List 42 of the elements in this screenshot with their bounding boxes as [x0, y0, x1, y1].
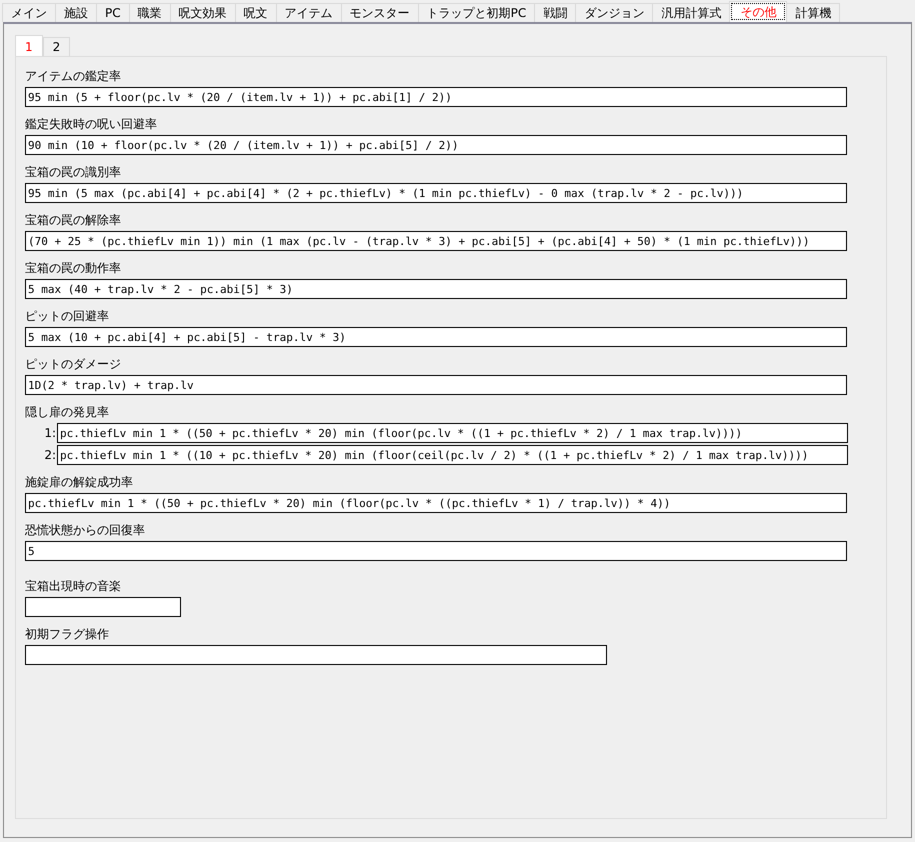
tab[interactable]: 戦闘: [534, 3, 576, 22]
formula-field[interactable]: [25, 645, 607, 665]
tab[interactable]: 2: [42, 37, 70, 56]
formula-field[interactable]: pc.thiefLv min 1 * ((50 + pc.thiefLv * 20) min (floor(pc.lv * ((1 + pc.thiefLv * 2) / 1 max trap.lv)))): [57, 423, 848, 443]
tab[interactable]: 計算機: [786, 3, 840, 22]
tab[interactable]: 職業: [128, 3, 171, 22]
formula-field[interactable]: 5 max (40 + trap.lv * 2 - pc.abi[5] * 3): [25, 279, 847, 299]
formula-field[interactable]: 5: [25, 541, 847, 561]
field-label: 施錠扉の解錠成功率: [25, 475, 134, 489]
tab[interactable]: モンスター: [340, 3, 419, 22]
formula-field[interactable]: 95 min (5 max (pc.abi[4] + pc.abi[4] * (2 + pc.thiefLv) * (1 min pc.thiefLv) - 0 max (trap.lv * 2 - pc.lv))): [25, 183, 847, 203]
row-number: 1:: [43, 426, 57, 440]
field-label: ピットの回避率: [25, 309, 110, 323]
tab[interactable]: 1: [15, 35, 43, 56]
tab[interactable]: ダンジョン: [575, 3, 654, 22]
formula-field[interactable]: pc.thiefLv min 1 * ((10 + pc.thiefLv * 20) min (floor(ceil(pc.lv / 2) * ((1 + pc.thiefLv * 2) / 1 max trap.lv)))): [57, 445, 848, 465]
field-label: 宝箱出現時の音楽: [25, 579, 122, 593]
field-label: アイテムの鑑定率: [25, 69, 122, 83]
field-label: 宝箱の罠の解除率: [25, 213, 122, 227]
formula-field[interactable]: 95 min (5 + floor(pc.lv * (20 / (item.lv + 1)) + pc.abi[1] / 2)): [25, 87, 847, 107]
tab[interactable]: 呪文効果: [170, 3, 236, 22]
row-number: 2:: [43, 448, 57, 462]
tab[interactable]: 施設: [55, 3, 97, 22]
formula-field[interactable]: [25, 597, 181, 617]
field-label: 恐慌状態からの回復率: [25, 523, 146, 537]
field-label: 初期フラグ操作: [25, 627, 110, 641]
formula-field[interactable]: pc.thiefLv min 1 * ((50 + pc.thiefLv * 20) min (floor(pc.lv * ((pc.thiefLv * 1) / trap.lv)) * 4)): [25, 493, 847, 513]
field-label: 隠し扉の発見率: [25, 405, 110, 419]
tab[interactable]: メイン: [2, 3, 56, 22]
formula-field[interactable]: 5 max (10 + pc.abi[4] + pc.abi[5] - trap.lv * 3): [25, 327, 847, 347]
field-label: 鑑定失敗時の呪い回避率: [25, 117, 158, 131]
tab[interactable]: 呪文: [234, 3, 277, 22]
field-label: 宝箱の罠の識別率: [25, 165, 122, 179]
tab[interactable]: 汎用計算式: [652, 3, 730, 22]
tab[interactable]: その他: [729, 1, 788, 22]
tab[interactable]: アイテム: [276, 3, 342, 22]
formula-field[interactable]: 90 min (10 + floor(pc.lv * (20 / (item.lv + 1)) + pc.abi[5] / 2)): [25, 135, 847, 155]
field-label: ピットのダメージ: [25, 357, 122, 371]
formula-field[interactable]: (70 + 25 * (pc.thiefLv min 1)) min (1 max (pc.lv - (trap.lv * 3) + pc.abi[5] + (pc.abi[4] + 50) * (1 min pc.thiefLv))): [25, 231, 847, 251]
formula-field[interactable]: 1D(2 * trap.lv) + trap.lv: [25, 375, 847, 395]
field-label: 宝箱の罠の動作率: [25, 261, 122, 275]
tab[interactable]: トラップと初期PC: [418, 3, 536, 22]
